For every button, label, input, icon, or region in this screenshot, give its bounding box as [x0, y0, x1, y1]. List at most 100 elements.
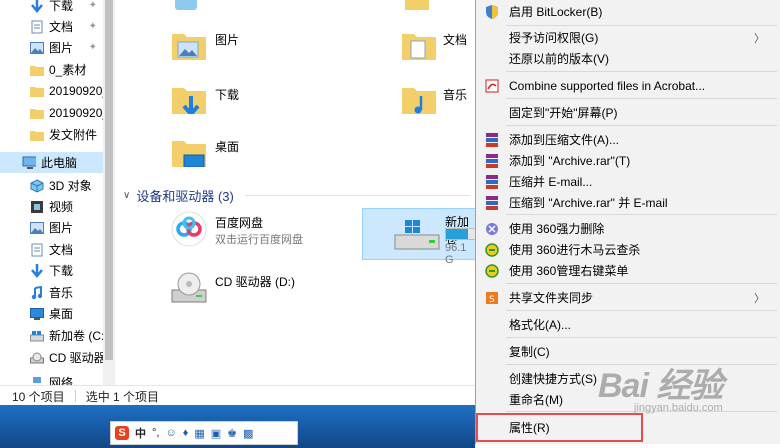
network-icon [30, 376, 44, 386]
sidebar-item-folder-20190920-a[interactable]: 20190920_ [0, 80, 115, 101]
menu-item-pin-start[interactable]: 固定到"开始"屏幕(P) [476, 102, 780, 123]
menu-item-label: 还原以前的版本(V) [509, 52, 609, 66]
skin-shirt-icon[interactable]: ♚ [227, 427, 237, 440]
sidebar-item-desktop[interactable]: 桌面 [0, 303, 115, 324]
menu-item-compress-email[interactable]: 压缩并 E-mail... [476, 171, 780, 192]
folder-label: 图片 [215, 33, 240, 47]
menu-item-add-archive[interactable]: 添加到压缩文件(A)... [476, 129, 780, 150]
ime-toolbar[interactable]: S 中 °, ☺ ♦ ▦ ▣ ♚ ▩ [110, 421, 298, 445]
document-icon [30, 20, 44, 34]
chevron-right-icon: 〉 [754, 292, 765, 305]
menu-item-compress-rar-email[interactable]: 压缩到 "Archive.rar" 并 E-mail [476, 192, 780, 213]
folder-downloads[interactable]: 下载 [170, 82, 310, 124]
folder-label: 音乐 [443, 88, 468, 102]
video-icon [405, 0, 429, 10]
sidebar-item-drive-c[interactable]: 新加卷 (C:) [0, 325, 115, 346]
360-delete-icon [485, 222, 499, 236]
sidebar-item-videos[interactable]: 视频 [0, 196, 115, 217]
folder-icon [30, 63, 44, 77]
menu-item-label: 使用 360管理右键菜单 [509, 264, 629, 278]
keyboard-icon[interactable]: ▦ [194, 427, 204, 440]
menu-item-360-delete[interactable]: 使用 360强力删除 [476, 218, 780, 239]
pictures-icon [30, 41, 44, 55]
toolbox-icon[interactable]: ▣ [211, 427, 221, 440]
desktop-icon [30, 307, 44, 321]
section-title: 设备和驱动器 (3) [136, 188, 234, 204]
sidebar-item-music[interactable]: 音乐 [0, 282, 115, 303]
status-bar: 10 个项目 选中 1 个项目 [0, 385, 475, 406]
video-icon [30, 200, 44, 214]
item-count: 10 个项目 [12, 389, 65, 404]
drive-usage-fill [446, 229, 468, 239]
menu-item-360-scan[interactable]: 使用 360进行木马云查杀 [476, 239, 780, 260]
shield-icon [485, 4, 499, 19]
sidebar-item-folder-20190920-b[interactable]: 20190920_ [0, 102, 115, 123]
menu-item-label: 启用 BitLocker(B) [509, 5, 603, 19]
download-arrow-icon [30, 0, 44, 13]
menu-item-bitlocker[interactable]: 启用 BitLocker(B) [476, 1, 780, 22]
sidebar-item-network[interactable]: 网络 [0, 372, 115, 385]
menu-separator [506, 283, 777, 284]
drive-icon [30, 329, 44, 343]
sidebar-item-label: 网络 [49, 376, 74, 385]
drive-c-item-selected[interactable]: 新加卷 96.1 G [362, 208, 475, 266]
sidebar-item-label: CD 驱动器 [49, 351, 106, 365]
sidebar-item-cd-drive[interactable]: CD 驱动器 [0, 347, 115, 368]
selection-count: 选中 1 个项目 [85, 389, 160, 404]
menu-item-acrobat-combine[interactable]: Combine supported files in Acrobat... [476, 75, 780, 96]
watermark-url: jingyan.baidu.com [634, 402, 723, 414]
cd-drive-item[interactable]: CD 驱动器 (D:) [170, 268, 345, 310]
pin-icon: ✦ [88, 42, 97, 53]
sidebar-item-this-pc[interactable]: 此电脑 [0, 152, 115, 173]
folder-desktop[interactable]: 桌面 [170, 135, 310, 177]
sidebar-item-folder-fawen[interactable]: 发文附件 [0, 124, 115, 145]
microphone-icon[interactable]: ♦ [183, 427, 189, 439]
3d-objects-icon [175, 0, 197, 10]
sidebar-item-documents[interactable]: 文档 [0, 239, 115, 260]
pictures-icon [30, 221, 44, 235]
sidebar-item-documents-quick[interactable]: 文档 ✦ [0, 16, 115, 37]
emoji-icon[interactable]: ☺ [165, 427, 176, 439]
ime-language-toggle[interactable]: 中 [135, 425, 146, 441]
360-scan-icon [485, 263, 499, 278]
sidebar-scrollbar-thumb[interactable] [105, 0, 113, 360]
menu-item-label: 共享文件夹同步 [509, 291, 594, 305]
sidebar-item-label: 新加卷 (C:) [49, 329, 109, 343]
sidebar-item-pictures-quick[interactable]: 图片 ✦ [0, 37, 115, 58]
baidu-netdisk-icon [171, 211, 207, 247]
status-separator [74, 390, 76, 402]
folder-documents[interactable]: 文档 [400, 28, 475, 70]
item-name: CD 驱动器 (D:) [215, 275, 295, 289]
sidebar-item-downloads[interactable]: 下载 [0, 260, 115, 281]
winrar-icon [485, 153, 499, 168]
menu-item-share-sync[interactable]: S 共享文件夹同步 〉 [476, 287, 780, 308]
sidebar-item-label: 下载 [49, 0, 74, 13]
sidebar-item-label: 发文附件 [49, 128, 98, 142]
menu-item-properties[interactable]: 属性(R) [476, 413, 643, 442]
folder-music[interactable]: 音乐 [400, 82, 475, 124]
svg-text:S: S [489, 295, 495, 305]
folder-pictures[interactable]: 图片 [170, 28, 310, 70]
menu-item-restore-versions[interactable]: 还原以前的版本(V) [476, 48, 780, 69]
sidebar-item-folder-sucai[interactable]: 0_素材 [0, 59, 115, 80]
ime-punctuation-toggle[interactable]: °, [152, 427, 159, 439]
menu-item-label: 创建快捷方式(S) [509, 372, 597, 386]
baidu-netdisk-item[interactable]: 百度网盘 双击运行百度网盘 [170, 210, 345, 254]
devices-section-header[interactable]: ∨ 设备和驱动器 (3) [123, 186, 234, 204]
winrar-icon [485, 174, 499, 189]
sogou-logo-icon[interactable]: S [115, 426, 129, 440]
sidebar-item-pictures[interactable]: 图片 [0, 217, 115, 238]
folder-icon [30, 84, 44, 98]
sidebar-item-downloads-quick[interactable]: 下载 ✦ [0, 0, 115, 16]
winrar-icon [485, 195, 499, 210]
3d-objects-icon [30, 178, 44, 193]
menu-item-add-archive-rar[interactable]: 添加到 "Archive.rar"(T) [476, 150, 780, 171]
menu-separator [506, 310, 777, 311]
menu-item-grant-access[interactable]: 授予访问权限(G) 〉 [476, 27, 780, 48]
menu-item-format[interactable]: 格式化(A)... [476, 314, 780, 335]
grid-menu-icon[interactable]: ▩ [243, 427, 253, 440]
menu-item-label: 授予访问权限(G) [509, 31, 599, 45]
menu-item-360-manage[interactable]: 使用 360管理右键菜单 [476, 260, 780, 281]
sidebar-item-3d-objects[interactable]: 3D 对象 [0, 175, 115, 196]
pictures-icon [172, 34, 206, 60]
